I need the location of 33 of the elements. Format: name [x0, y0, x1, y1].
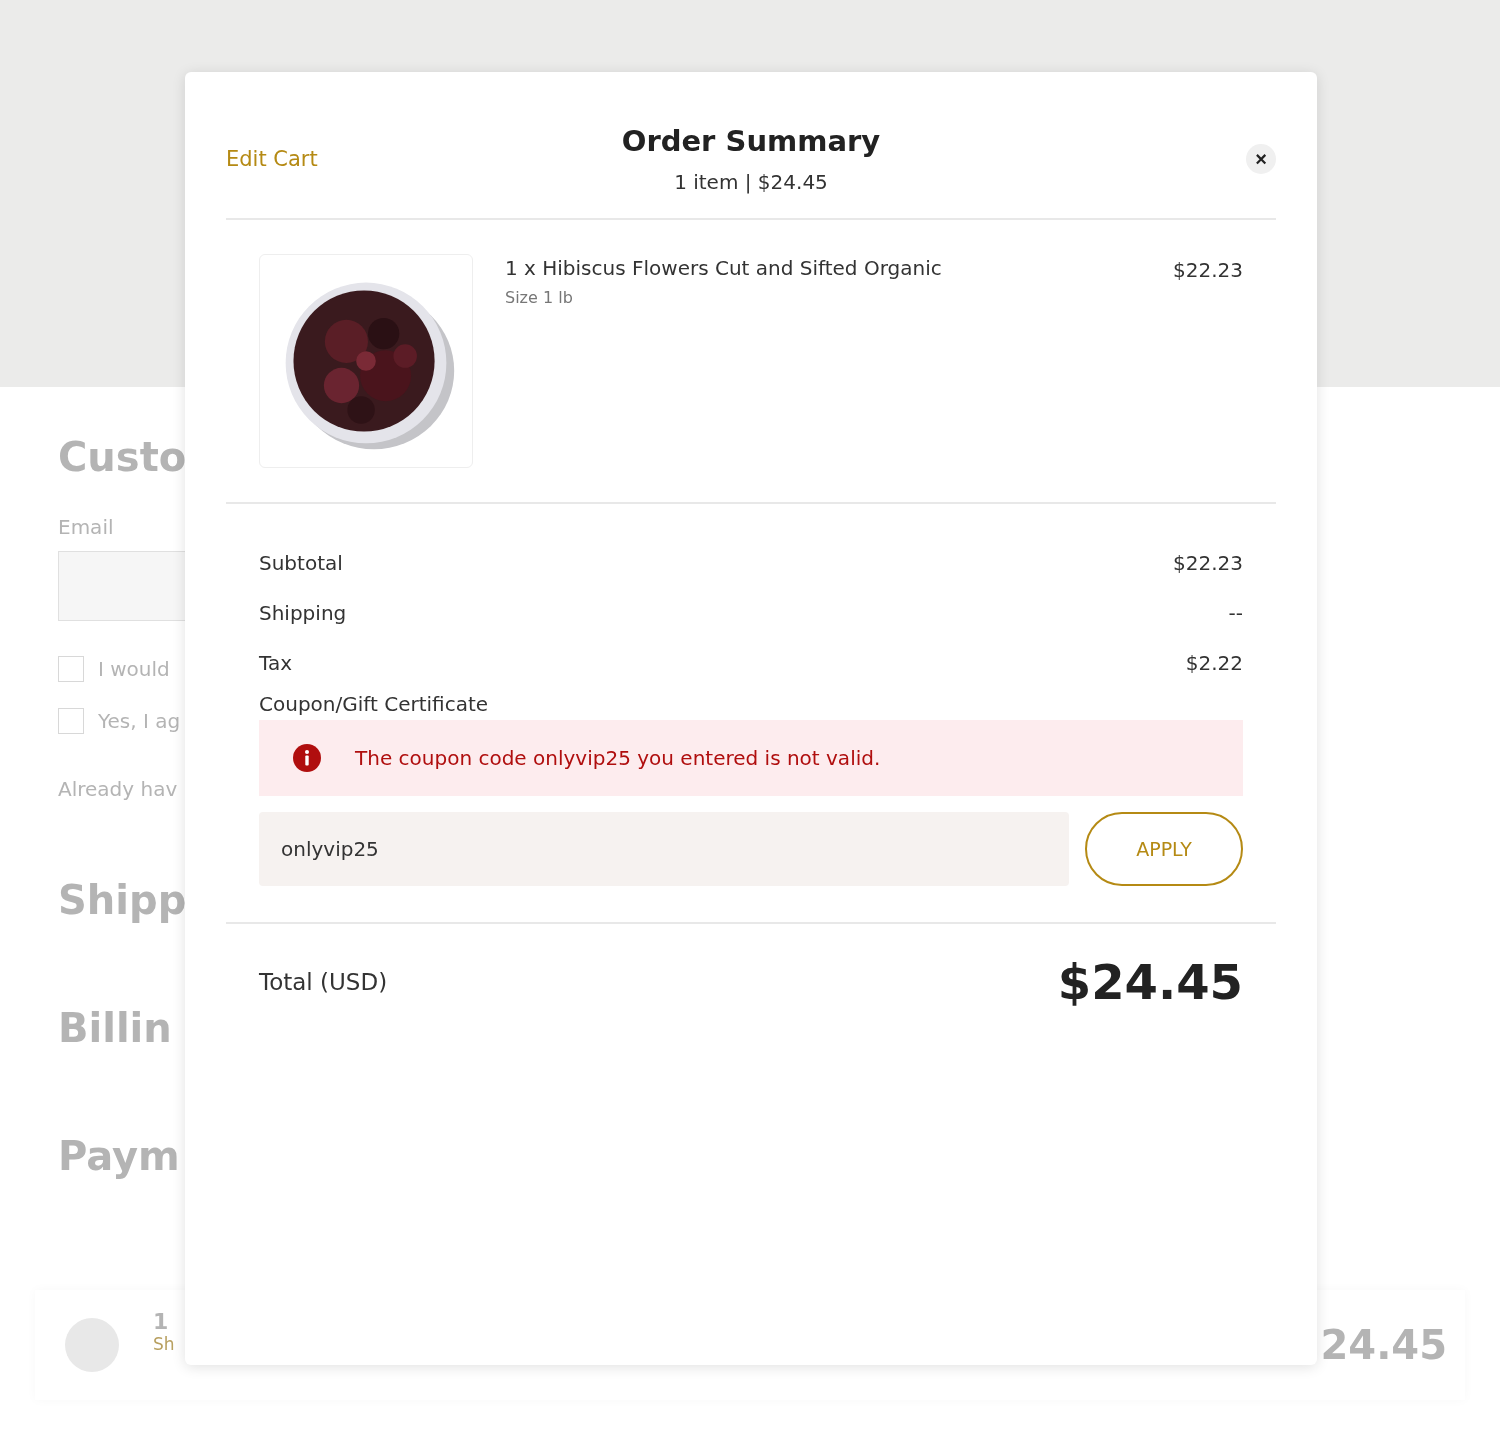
section-heading: Shipp	[58, 876, 185, 925]
login-prompt: Already hav	[58, 777, 179, 801]
product-size: Size 1 lb	[505, 288, 574, 307]
summary-label: Subtotal	[259, 551, 343, 575]
product-price: $22.23	[1173, 258, 1243, 284]
product-name: 1 x Hibiscus Flowers Cut and Sifted Organic	[505, 256, 943, 280]
dialog-title: Order Summary	[621, 124, 881, 158]
details-link[interactable]: Sh	[153, 1333, 175, 1354]
coupon-field[interactable]: onlyvip25	[259, 812, 1069, 886]
edit-cart-link[interactable]: Edit Cart	[226, 147, 386, 171]
summary-value: $22.23	[1173, 551, 1243, 575]
item-count: 1	[153, 1308, 170, 1334]
summary-value: $2.22	[1185, 651, 1243, 675]
info-icon	[293, 744, 321, 772]
checkbox-label: Yes, I ag	[98, 709, 181, 733]
checkbox[interactable]	[58, 708, 84, 734]
total-amount: $24.45	[1057, 954, 1243, 1010]
close-button[interactable]: ×	[1246, 144, 1276, 174]
total-label: Total (USD)	[259, 969, 388, 995]
coupon-label: Coupon/Gift Certificate	[259, 692, 490, 716]
section-heading: Custo	[58, 433, 185, 482]
total-amount: 24.45	[1320, 1322, 1447, 1368]
section-heading: Paym	[58, 1132, 181, 1181]
item-summary: 1 item | $24.45	[673, 170, 829, 194]
field-label: Email	[58, 515, 115, 539]
checkbox-label: I would	[98, 657, 170, 681]
summary-label: Shipping	[259, 601, 347, 625]
error-message: The coupon code onlyvip25 you entered is not valid.	[355, 746, 881, 770]
checkbox[interactable]	[58, 656, 84, 682]
summary-value: --	[1228, 601, 1243, 625]
apply-button[interactable]: APPLY	[1085, 812, 1243, 886]
summary-label: Tax	[259, 651, 292, 675]
section-heading: Billin	[58, 1004, 173, 1053]
